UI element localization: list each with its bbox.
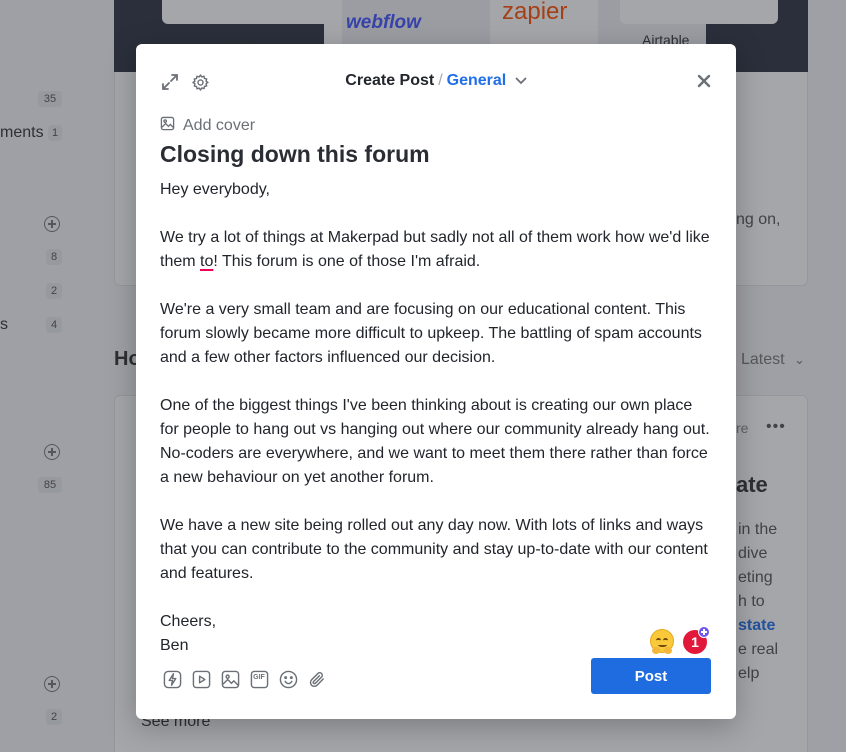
body-paragraph: We have a new site being rolled out any … [160, 517, 708, 582]
body-paragraph: One of the biggest things I've been thin… [160, 397, 710, 486]
body-paragraph: Ben [160, 637, 189, 654]
video-icon[interactable] [191, 668, 211, 690]
body-paragraph: We try a lot of things at Makerpad but s… [160, 226, 712, 274]
post-button[interactable]: Post [591, 658, 711, 694]
hugging-face-emoji[interactable] [650, 629, 674, 654]
create-post-modal: Create Post / General Add cover Closing do… [136, 44, 736, 719]
space-selector[interactable]: General [447, 72, 507, 89]
body-paragraph: We're a very small team and are focusing… [160, 301, 702, 366]
modal-header: Create Post / General [136, 72, 736, 90]
close-icon[interactable] [694, 71, 714, 91]
emoji-icon[interactable] [278, 668, 298, 690]
post-title-input[interactable]: Closing down this forum [160, 141, 430, 168]
attachment-icon[interactable] [307, 668, 327, 690]
breadcrumb-separator: / [438, 72, 443, 90]
post-body-editor[interactable]: Hey everybody, We try a lot of things at… [160, 178, 712, 658]
spellcheck-flagged-word[interactable]: to [200, 253, 213, 270]
body-text: ! This forum is one of those I'm afraid. [213, 253, 481, 270]
modal-title: Create Post [345, 72, 435, 90]
plus-icon[interactable] [698, 626, 710, 638]
gif-icon[interactable]: GIF [249, 668, 269, 690]
image-icon[interactable] [220, 668, 240, 690]
body-paragraph: Cheers, [160, 613, 217, 630]
gif-label: GIF [253, 674, 265, 681]
chevron-down-icon[interactable] [515, 72, 527, 90]
body-paragraph: Hey everybody, [160, 181, 270, 198]
lightning-icon[interactable] [162, 668, 182, 690]
add-cover-button[interactable]: Add cover [160, 116, 255, 136]
add-cover-label: Add cover [183, 117, 256, 134]
image-icon [160, 116, 175, 136]
editor-toolbar: GIF [162, 668, 327, 690]
